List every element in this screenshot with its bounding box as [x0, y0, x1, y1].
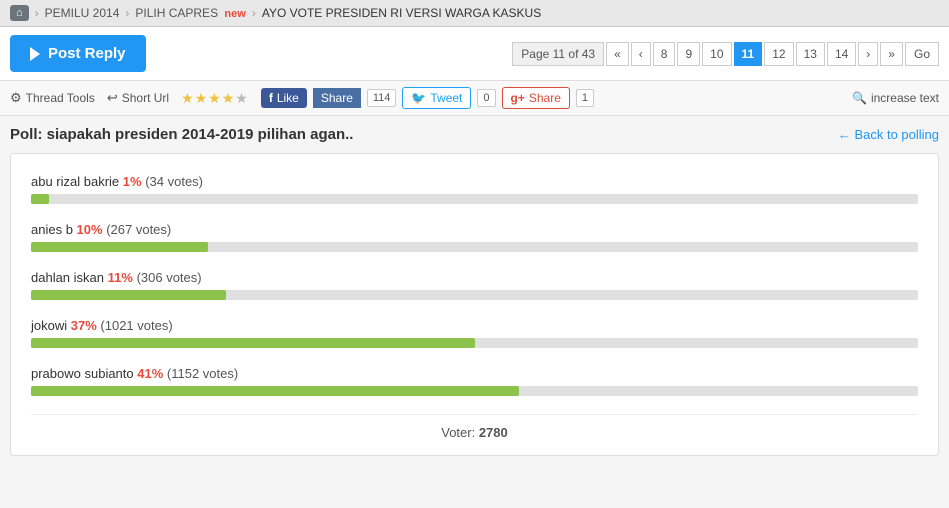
- poll-bar-bg: [31, 290, 918, 300]
- magnify-icon: 🔍: [852, 91, 867, 105]
- main-content: Poll: siapakah presiden 2014-2019 piliha…: [0, 116, 949, 466]
- poll-bar-fill: [31, 242, 208, 252]
- poll-header: Poll: siapakah presiden 2014-2019 piliha…: [10, 126, 939, 143]
- main-toolbar: Post Reply Page 11 of 43 « ‹ 8 9 10 11 1…: [0, 27, 949, 81]
- poll-item: prabowo subianto 41% (1152 votes): [31, 366, 918, 396]
- facebook-share-button[interactable]: Share: [313, 88, 361, 108]
- page-last-btn[interactable]: »: [880, 42, 903, 66]
- rating-stars[interactable]: ★★★★★: [181, 90, 249, 107]
- sub-toolbar: ⚙ Thread Tools ↩ Short Url ★★★★★ f Like …: [0, 81, 949, 116]
- poll-pct: 10%: [77, 222, 103, 237]
- poll-bar-bg: [31, 194, 918, 204]
- short-url-button[interactable]: ↩ Short Url: [107, 90, 169, 106]
- twitter-count: 0: [477, 89, 495, 107]
- gplus-share-button[interactable]: g+ Share: [502, 87, 570, 109]
- thread-tools-button[interactable]: ⚙ Thread Tools: [10, 90, 95, 106]
- poll-item-label: anies b 10% (267 votes): [31, 222, 918, 237]
- poll-pct: 11%: [108, 270, 133, 285]
- poll-item-label: jokowi 37% (1021 votes): [31, 318, 918, 333]
- page-10-btn[interactable]: 10: [702, 42, 731, 66]
- poll-box: abu rizal bakrie 1% (34 votes) anies b 1…: [10, 153, 939, 456]
- poll-votes: (306 votes): [137, 270, 202, 285]
- gear-icon: ⚙: [10, 90, 22, 106]
- home-icon[interactable]: ⌂: [10, 5, 29, 21]
- post-reply-button[interactable]: Post Reply: [10, 35, 146, 72]
- poll-votes: (267 votes): [106, 222, 171, 237]
- increase-text-button[interactable]: 🔍 increase text: [852, 91, 939, 105]
- page-14-btn[interactable]: 14: [827, 42, 856, 66]
- twitter-icon: 🐦: [411, 91, 426, 105]
- link-icon: ↩: [107, 90, 118, 106]
- poll-bar-fill: [31, 386, 519, 396]
- voter-count: 2780: [479, 425, 508, 440]
- poll-votes: (1152 votes): [167, 366, 238, 381]
- poll-bar-fill: [31, 338, 475, 348]
- facebook-like-button[interactable]: f Like: [261, 88, 307, 108]
- page-9-btn[interactable]: 9: [677, 42, 700, 66]
- breadcrumb-current: AYO VOTE PRESIDEN RI VERSI WARGA KASKUS: [262, 6, 541, 20]
- poll-item-label: abu rizal bakrie 1% (34 votes): [31, 174, 918, 189]
- facebook-icon: f: [269, 91, 273, 105]
- poll-pct: 37%: [71, 318, 97, 333]
- breadcrumb: ⌂ › PEMILU 2014 › PILIH CAPRES new › AYO…: [0, 0, 949, 27]
- page-8-btn[interactable]: 8: [653, 42, 676, 66]
- gplus-icon: g+: [511, 91, 525, 105]
- poll-item: dahlan iskan 11% (306 votes): [31, 270, 918, 300]
- facebook-count: 114: [367, 89, 397, 107]
- poll-bar-bg: [31, 242, 918, 252]
- reply-arrow-icon: [30, 47, 40, 61]
- poll-item-label: prabowo subianto 41% (1152 votes): [31, 366, 918, 381]
- poll-bar-bg: [31, 338, 918, 348]
- poll-item-label: dahlan iskan 11% (306 votes): [31, 270, 918, 285]
- poll-item: jokowi 37% (1021 votes): [31, 318, 918, 348]
- breadcrumb-pemilu[interactable]: PEMILU 2014: [45, 6, 120, 20]
- poll-votes: (34 votes): [145, 174, 203, 189]
- social-buttons: f Like Share 114 🐦 Tweet 0 g+ Share 1: [261, 87, 594, 109]
- poll-item: anies b 10% (267 votes): [31, 222, 918, 252]
- page-12-btn[interactable]: 12: [764, 42, 793, 66]
- poll-bar-bg: [31, 386, 918, 396]
- breadcrumb-pilih-capres[interactable]: PILIH CAPRES new: [135, 6, 245, 20]
- twitter-tweet-button[interactable]: 🐦 Tweet: [402, 87, 471, 109]
- poll-item: abu rizal bakrie 1% (34 votes): [31, 174, 918, 204]
- page-next-btn[interactable]: ›: [858, 42, 878, 66]
- page-prev-btn[interactable]: ‹: [631, 42, 651, 66]
- page-11-btn[interactable]: 11: [734, 42, 763, 66]
- voter-line: Voter: 2780: [31, 414, 918, 440]
- page-label: Page 11 of 43: [512, 42, 604, 66]
- poll-votes: (1021 votes): [100, 318, 172, 333]
- go-button[interactable]: Go: [905, 42, 939, 66]
- pagination: Page 11 of 43 « ‹ 8 9 10 11 12 13 14 › »…: [512, 42, 939, 66]
- poll-pct: 41%: [137, 366, 163, 381]
- back-to-polling-link[interactable]: ← Back to polling: [838, 127, 939, 142]
- gplus-count: 1: [576, 89, 594, 107]
- page-13-btn[interactable]: 13: [796, 42, 825, 66]
- poll-bar-fill: [31, 194, 49, 204]
- poll-bar-fill: [31, 290, 226, 300]
- poll-title: Poll: siapakah presiden 2014-2019 piliha…: [10, 126, 353, 143]
- poll-pct: 1%: [123, 174, 142, 189]
- page-first-btn[interactable]: «: [606, 42, 629, 66]
